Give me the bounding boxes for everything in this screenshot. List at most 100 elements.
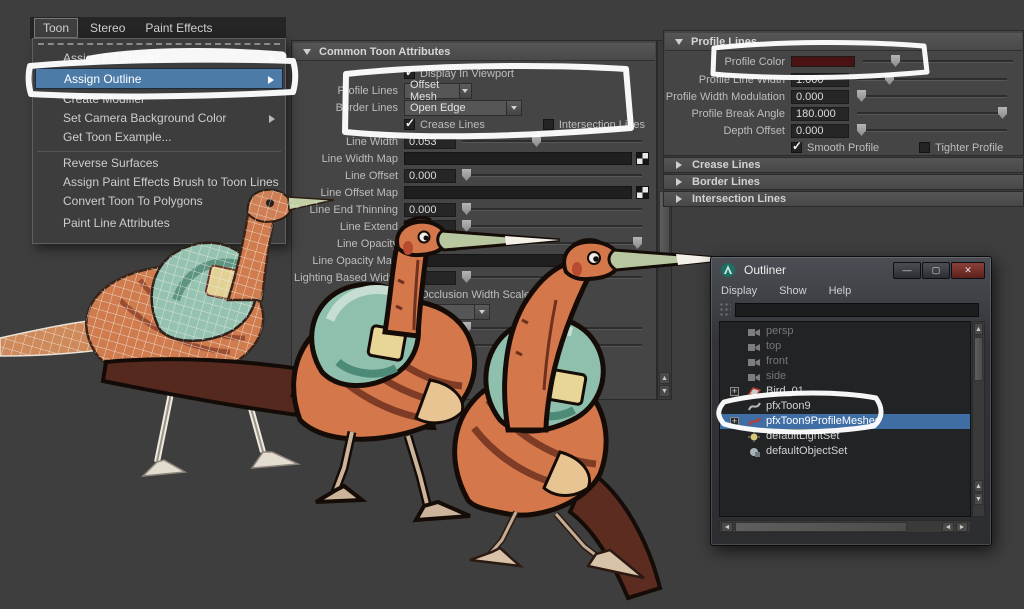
outliner-row-persp[interactable]: persp bbox=[720, 324, 970, 339]
line-width-slider[interactable] bbox=[462, 140, 642, 143]
profile-width-modulation-field[interactable]: 0.000 bbox=[791, 90, 849, 104]
expand-plus-icon[interactable]: + bbox=[730, 387, 739, 396]
expand-plus-icon[interactable]: + bbox=[730, 417, 739, 426]
menu-item-set-camera-background-color[interactable]: Set Camera Background Color bbox=[35, 109, 283, 128]
profile-lines-header[interactable]: Profile Lines bbox=[665, 33, 1022, 51]
menu-toon[interactable]: Toon bbox=[34, 18, 78, 38]
slider-handle[interactable] bbox=[857, 124, 866, 136]
intersection-lines-section[interactable]: Intersection Lines bbox=[663, 191, 1024, 207]
menu-item-assign-paint-effects-brush[interactable]: Assign Paint Effects Brush to Toon Lines bbox=[35, 173, 283, 192]
scroll-down-button[interactable]: ▼ bbox=[974, 493, 983, 505]
menu-item-get-toon-example[interactable]: Get Toon Example... bbox=[35, 128, 283, 147]
menu-item-assign-outline[interactable]: Assign Outline bbox=[35, 68, 283, 89]
display-in-viewport-checkbox[interactable] bbox=[404, 68, 415, 79]
profile-line-width-slider[interactable] bbox=[857, 78, 1007, 81]
texture-map-icon[interactable] bbox=[636, 186, 649, 199]
outliner-row-top[interactable]: top bbox=[720, 339, 970, 354]
outliner-row-bird-01[interactable]: + Bird_01 bbox=[720, 384, 970, 399]
menu-item-convert-toon-to-polygons[interactable]: Convert Toon To Polygons bbox=[35, 192, 283, 211]
tighter-profile-checkbox[interactable] bbox=[919, 142, 930, 153]
menu-stereo[interactable]: Stereo bbox=[82, 19, 133, 37]
menu-item-reverse-surfaces[interactable]: Reverse Surfaces bbox=[35, 154, 283, 173]
outliner-horizontal-scrollbar[interactable]: ◄ ◄ ► bbox=[719, 520, 971, 533]
slider-handle[interactable] bbox=[885, 73, 894, 85]
crease-lines-section[interactable]: Crease Lines bbox=[663, 157, 1024, 173]
slider-handle[interactable] bbox=[532, 135, 541, 147]
menu-item-create-modifier[interactable]: Create Modifier bbox=[35, 90, 283, 109]
outliner-row-defaultobjectset[interactable]: defaultObjectSet bbox=[720, 444, 970, 459]
scroll-down-button[interactable]: ▼ bbox=[659, 385, 670, 397]
menu-paint-effects[interactable]: Paint Effects bbox=[137, 19, 220, 37]
profile-line-width-field[interactable]: 1.000 bbox=[791, 73, 849, 87]
texture-map-icon[interactable] bbox=[636, 152, 649, 165]
slider-handle[interactable] bbox=[462, 271, 471, 283]
scroll-up-button[interactable]: ▲ bbox=[659, 372, 670, 384]
slider-handle[interactable] bbox=[462, 322, 471, 334]
outliner-row-defaultlightset[interactable]: defaultLightSet bbox=[720, 429, 970, 444]
lighting-based-width-slider[interactable] bbox=[462, 276, 642, 279]
maximize-button[interactable]: ▢ bbox=[922, 262, 950, 279]
line-opacity-field[interactable] bbox=[404, 237, 456, 251]
line-width-map-field[interactable] bbox=[404, 152, 632, 165]
scroll-left-button[interactable]: ◄ bbox=[721, 522, 733, 532]
border-lines-dropdown[interactable]: Open Edge bbox=[404, 100, 522, 116]
slider-handle[interactable] bbox=[633, 237, 642, 249]
outliner-search-input[interactable] bbox=[735, 303, 979, 317]
depth-offset-slider[interactable] bbox=[857, 129, 1007, 132]
profile-width-modulation-slider[interactable] bbox=[857, 95, 1007, 98]
line-extend-slider[interactable] bbox=[462, 225, 642, 228]
scroll-up-button[interactable]: ▲ bbox=[974, 480, 983, 492]
line-offset-slider[interactable] bbox=[462, 174, 642, 177]
slider-handle[interactable] bbox=[462, 169, 471, 181]
outliner-menu-help[interactable]: Help bbox=[829, 285, 852, 297]
outliner-row-side[interactable]: side bbox=[720, 369, 970, 384]
tearoff-handle[interactable] bbox=[38, 43, 280, 45]
chevron-down-icon[interactable] bbox=[459, 84, 471, 98]
line-offset-field[interactable]: 0.000 bbox=[404, 169, 456, 183]
chevron-down-icon[interactable] bbox=[474, 305, 489, 319]
scrollbar-thumb[interactable] bbox=[735, 522, 907, 532]
intersection-lines-checkbox[interactable] bbox=[543, 119, 554, 130]
line-opacity-slider[interactable] bbox=[462, 242, 642, 245]
line-end-thinning-slider[interactable] bbox=[462, 208, 642, 211]
crease-lines-checkbox[interactable] bbox=[404, 119, 415, 130]
outliner-row-pfxtoon9[interactable]: pfxToon9 bbox=[720, 399, 970, 414]
slider-handle[interactable] bbox=[891, 55, 900, 67]
outliner-menu-show[interactable]: Show bbox=[779, 285, 807, 297]
outliner-vertical-scrollbar[interactable]: ▲ ▲ ▼ bbox=[972, 321, 985, 517]
menu-item-paint-line-attributes[interactable]: Paint Line Attributes bbox=[35, 214, 283, 233]
depth-offset-field[interactable]: 0.000 bbox=[791, 124, 849, 138]
slider-handle[interactable] bbox=[998, 107, 1007, 119]
common-toon-attributes-header[interactable]: Common Toon Attributes bbox=[293, 43, 655, 61]
line-opacity-map-field[interactable] bbox=[404, 254, 632, 267]
outliner-row-front[interactable]: front bbox=[720, 354, 970, 369]
texture-map-icon[interactable] bbox=[636, 254, 649, 267]
profile-color-slider[interactable] bbox=[863, 60, 1013, 63]
outliner-row-pfxtoon9profilemeshes[interactable]: + pfxToon9ProfileMeshes bbox=[720, 414, 970, 429]
border-lines-section[interactable]: Border Lines bbox=[663, 174, 1024, 190]
scroll-up-button[interactable]: ▲ bbox=[974, 323, 983, 335]
scrollbar-thumb[interactable] bbox=[974, 337, 983, 381]
slider-handle[interactable] bbox=[857, 90, 866, 102]
profile-break-angle-field[interactable]: 180.000 bbox=[791, 107, 849, 121]
minimize-button[interactable]: — bbox=[893, 262, 921, 279]
slider-handle[interactable] bbox=[462, 220, 471, 232]
scroll-left-button[interactable]: ◄ bbox=[942, 522, 954, 532]
occlusion-dropdown[interactable] bbox=[404, 304, 490, 320]
line-offset-map-field[interactable] bbox=[404, 186, 632, 199]
line-end-thinning-field[interactable]: 0.000 bbox=[404, 203, 456, 217]
smooth-profile-checkbox[interactable] bbox=[791, 142, 802, 153]
occlusion-width-scale-checkbox[interactable] bbox=[404, 289, 415, 300]
profile-break-angle-slider[interactable] bbox=[857, 112, 1007, 115]
slider-handle[interactable] bbox=[462, 339, 471, 351]
menu-item-assign-fill-shader[interactable]: Assign Fill Shader bbox=[35, 49, 283, 68]
scroll-right-button[interactable]: ► bbox=[956, 522, 968, 532]
line-extend-field[interactable]: 0.000 bbox=[404, 220, 456, 234]
lighting-based-width-field[interactable] bbox=[404, 271, 456, 285]
outliner-menu-display[interactable]: Display bbox=[721, 285, 757, 297]
profile-color-swatch[interactable] bbox=[791, 56, 855, 67]
profile-lines-dropdown[interactable]: Offset Mesh bbox=[404, 83, 472, 99]
chevron-down-icon[interactable] bbox=[506, 101, 521, 115]
close-button[interactable]: ✕ bbox=[951, 262, 985, 279]
slider-handle[interactable] bbox=[462, 203, 471, 215]
